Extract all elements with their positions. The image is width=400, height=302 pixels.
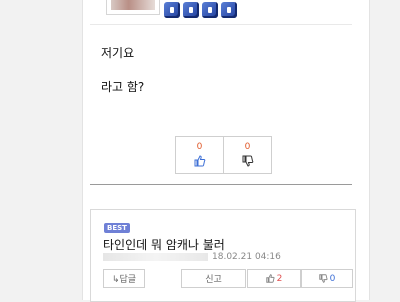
downvote-count: 0 bbox=[244, 142, 251, 152]
report-button[interactable]: 신고 bbox=[181, 269, 246, 288]
thumbs-up-icon bbox=[194, 155, 205, 167]
comment-dislike-button[interactable]: 0 bbox=[301, 269, 353, 288]
divider bbox=[90, 24, 352, 25]
comment-like-button[interactable]: 2 bbox=[247, 269, 301, 288]
upvote-count: 0 bbox=[196, 142, 203, 152]
author-avatar[interactable] bbox=[106, 0, 160, 15]
thumbs-up-icon bbox=[265, 274, 275, 283]
section-divider bbox=[90, 184, 352, 185]
dislike-count: 0 bbox=[329, 273, 336, 284]
level-badge-icon bbox=[183, 2, 199, 18]
reply-label: ↳답글 bbox=[111, 275, 137, 285]
author-name-blurred bbox=[103, 252, 208, 261]
comment-date: 18.02.21 04:16 bbox=[212, 252, 281, 262]
post-body-line: 저기요 bbox=[101, 46, 135, 60]
report-label: 신고 bbox=[205, 275, 222, 285]
level-badge-icon bbox=[221, 2, 237, 18]
best-comment: BEST 타인인데 뭐 암캐나 불러 18.02.21 04:16 ↳답글 신고… bbox=[90, 209, 356, 302]
level-badge-icon bbox=[202, 2, 218, 18]
best-badge: BEST bbox=[104, 223, 130, 233]
post-body-line: 라고 함? bbox=[101, 80, 145, 94]
level-badge-icon bbox=[164, 2, 180, 18]
thumbs-down-icon bbox=[242, 155, 253, 167]
reply-button[interactable]: ↳답글 bbox=[103, 269, 145, 288]
comment-text: 타인인데 뭐 암캐나 불러 bbox=[103, 238, 225, 252]
level-badges bbox=[164, 2, 237, 18]
upvote-button[interactable]: 0 bbox=[175, 136, 224, 174]
comment-meta: 18.02.21 04:16 bbox=[103, 252, 281, 262]
downvote-button[interactable]: 0 bbox=[223, 136, 272, 174]
like-count: 2 bbox=[276, 273, 283, 284]
thumbs-down-icon bbox=[318, 274, 328, 283]
